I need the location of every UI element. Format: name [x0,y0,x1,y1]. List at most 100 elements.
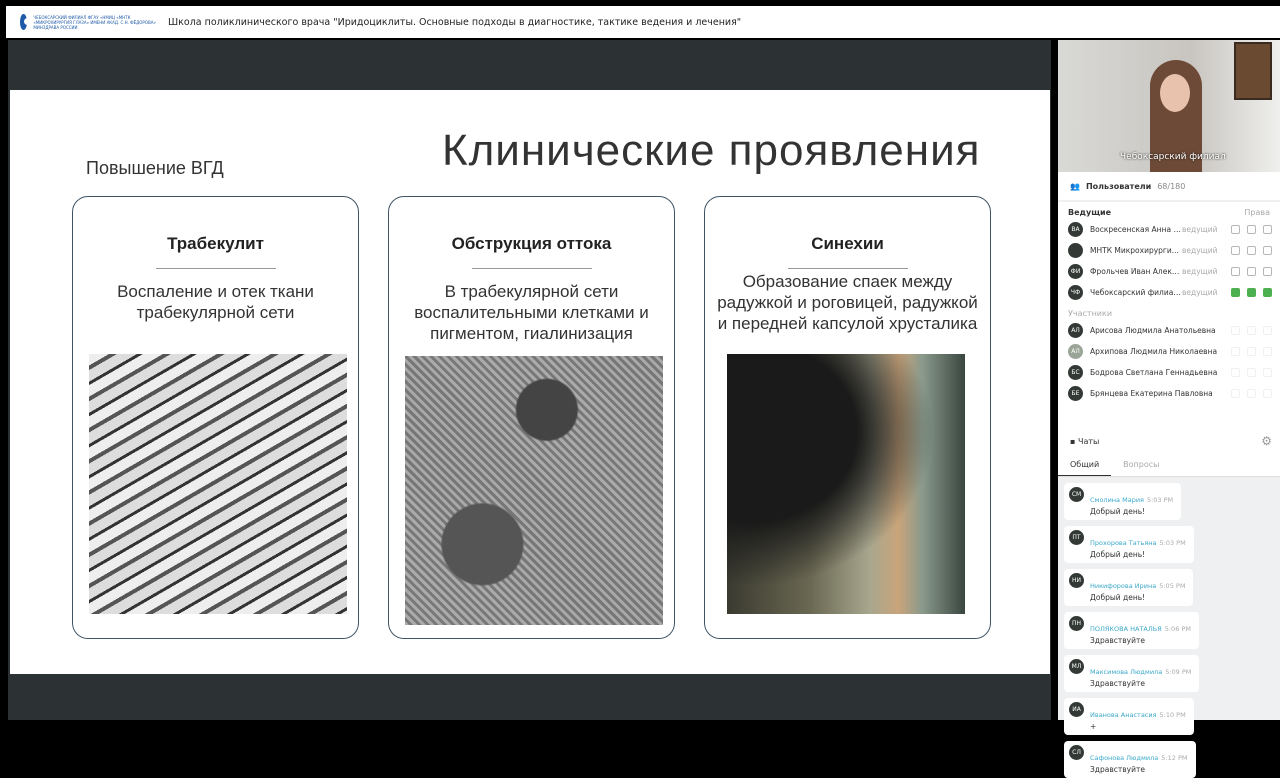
video-feed[interactable]: Чебоксарский филиал [1058,40,1280,172]
card-trabeculitis: Трабекулит Воспаление и отек ткани трабе… [72,196,359,639]
message-time: 5:12 PM [1161,754,1188,762]
screen-share-icon[interactable] [1263,288,1272,297]
avatar: ЧФ [1068,285,1083,300]
page-title: Школа поликлинического врача "Иридоцикли… [168,16,742,28]
chat-message-wrap: ПН ПОЛЯКОВА НАТАЛЬЯ 5:06 PM Здравствуйте [1058,606,1280,649]
camera-icon[interactable] [1247,368,1256,377]
user-row-host[interactable]: ЧФ Чебоксарский филиал... ведущий [1058,282,1280,303]
message-text: Добрый день! [1090,507,1146,516]
microphone-icon[interactable] [1231,246,1240,255]
user-role: ведущий [1182,225,1218,234]
chat-panel: ▪ Чаты ⚙ Общий Вопросы СМ Смолина Мария 5:03… [1058,427,1280,778]
users-list[interactable]: Ведущие Права ВА Воскресенская Анна А... ве… [1058,202,1280,428]
user-row-participant[interactable]: БС Бодрова Светлана Геннадьевна [1058,362,1280,383]
chat-message: ИА Иванова Анастасия 5:10 PM + [1064,698,1194,735]
gear-icon[interactable]: ⚙ [1261,434,1272,448]
user-row-host[interactable]: ВА Воскресенская Анна А... ведущий [1058,219,1280,240]
top-bar: ЧЕБОКСАРСКИЙ ФИЛИАЛ ФГАУ «НМИЦ «МНТК «МИ… [6,6,1280,38]
user-role: ведущий [1182,246,1218,255]
microphone-icon[interactable] [1231,288,1240,297]
camera-icon[interactable] [1247,246,1256,255]
message-author: Сафонова Людмила [1090,754,1159,762]
users-label: Пользователи [1085,181,1152,191]
message-time: 5:06 PM [1164,625,1191,633]
microphone-icon[interactable] [1231,347,1240,356]
users-header[interactable]: 👥 Пользователи 68/180 [1058,172,1280,200]
message-text: Добрый день! [1090,593,1146,602]
message-time: 5:03 PM [1146,496,1174,504]
user-name: Арисова Людмила Анатольевна [1090,326,1216,335]
avatar: СЛ [1069,745,1084,760]
card-text: Образование спаек между радужкой и рогов… [717,272,978,333]
screen-share-icon[interactable] [1263,368,1272,377]
camera-icon[interactable] [1247,288,1256,297]
microphone-icon[interactable] [1231,267,1240,276]
avatar: ФИ [1068,264,1083,279]
message-time: 5:09 PM [1165,668,1192,676]
tab-questions[interactable]: Вопросы [1111,455,1171,476]
screen-share-icon[interactable] [1263,267,1272,276]
camera-icon[interactable] [1247,225,1256,234]
message-text: + [1090,722,1097,731]
screen-share-icon[interactable] [1263,225,1272,234]
message-body: Максимова Людмила 5:09 PM Здравствуйте [1090,659,1191,688]
message-author: ПОЛЯКОВА НАТАЛЬЯ [1090,625,1162,633]
chat-message-wrap: СМ Смолина Мария 5:03 PM Добрый день! [1058,477,1280,520]
users-icon: 👥 [1070,181,1080,191]
participants-label: Участники [1068,309,1113,318]
message-body: Смолина Мария 5:03 PM Добрый день! [1090,487,1173,516]
avatar: СМ [1069,487,1084,502]
user-row-participant[interactable]: БЕ Брянцева Екатерина Павловна [1058,383,1280,404]
chat-tabs: Общий Вопросы [1058,455,1280,477]
tab-general[interactable]: Общий [1058,455,1112,476]
message-body: Прохорова Татьяна 5:03 PM Добрый день! [1090,530,1186,559]
avatar: АЛ [1068,344,1083,359]
user-row-host[interactable]: ФИ Фрольчев Иван Алекс... ведущий [1058,261,1280,282]
message-author: Иванова Анастасия [1090,711,1157,719]
user-role: ведущий [1182,267,1218,276]
camera-icon[interactable] [1247,267,1256,276]
logo: ЧЕБОКСАРСКИЙ ФИЛИАЛ ФГАУ «НМИЦ «МНТК «МИ… [6,14,156,30]
logo-text: ЧЕБОКСАРСКИЙ ФИЛИАЛ ФГАУ «НМИЦ «МНТК «МИ… [33,14,156,30]
gonioscopy-image [727,354,965,614]
presentation-area: Клинические проявления Повышение ВГД Тра… [8,40,1051,720]
microphone-icon[interactable] [1231,225,1240,234]
micrograph-image [89,354,347,614]
microphone-icon[interactable] [1231,389,1240,398]
microphone-icon[interactable] [1231,368,1240,377]
chat-message: СМ Смолина Мария 5:03 PM Добрый день! [1064,483,1182,520]
message-header: Максимова Людмила 5:09 PM [1090,659,1191,678]
message-body: Иванова Анастасия 5:10 PM + [1090,702,1186,731]
chat-messages[interactable]: СМ Смолина Мария 5:03 PM Добрый день! ПТ Прох… [1058,477,1280,778]
presenter-face [1160,74,1190,112]
users-count: 68/180 [1157,181,1186,191]
user-name: Архипова Людмила Николаевна [1090,347,1218,356]
card-heading: Обструкция оттока [451,234,612,253]
avatar: ВА [1068,222,1083,237]
screen-share-icon[interactable] [1263,246,1272,255]
chat-message-wrap: СЛ Сафонова Людмила 5:12 PM Здравствуйте [1058,735,1280,778]
message-text: Здравствуйте [1090,765,1145,774]
user-row-host[interactable]: МНТК Микрохирурги... ведущий [1058,240,1280,261]
microphone-icon[interactable] [1231,326,1240,335]
message-body: Сафонова Людмила 5:12 PM Здравствуйте [1090,745,1188,774]
camera-icon[interactable] [1247,347,1256,356]
screen-share-icon[interactable] [1263,326,1272,335]
card-heading: Синехии [811,234,884,253]
user-row-participant[interactable]: АЛ Архипова Людмила Николаевна [1058,341,1280,362]
message-text: Здравствуйте [1090,636,1145,645]
slide: Клинические проявления Повышение ВГД Тра… [10,90,1050,674]
avatar: АЛ [1068,323,1083,338]
user-row-participant[interactable]: АЛ Арисова Людмила Анатольевна [1058,320,1280,341]
chat-message: ПТ Прохорова Татьяна 5:03 PM Добрый день! [1064,526,1194,563]
screen-share-icon[interactable] [1263,389,1272,398]
chat-message-wrap: НИ Никифорова Ирина 5:05 PM Добрый день! [1058,563,1280,606]
chat-icon: ▪ [1070,436,1076,446]
camera-icon[interactable] [1247,326,1256,335]
message-header: Смолина Мария 5:03 PM [1090,487,1173,506]
avatar: НИ [1069,573,1084,588]
user-name: МНТК Микрохирурги... [1090,246,1179,255]
screen-share-icon[interactable] [1263,347,1272,356]
message-header: Сафонова Людмила 5:12 PM [1090,745,1188,764]
camera-icon[interactable] [1247,389,1256,398]
